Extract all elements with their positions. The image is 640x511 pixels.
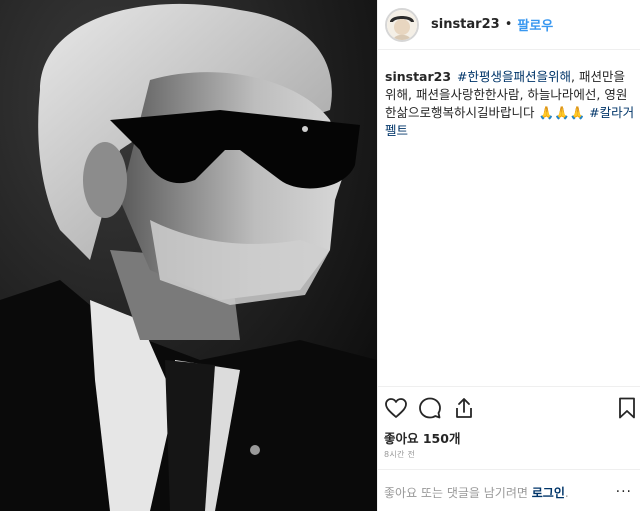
bookmark-icon [619,397,635,419]
comment-icon [419,397,441,419]
header-username[interactable]: sinstar23 [431,17,500,32]
save-button[interactable] [615,396,639,420]
like-button[interactable] [384,396,408,420]
header-separator: • [504,17,513,32]
login-link[interactable]: 로그인 [532,486,565,500]
share-button[interactable] [452,396,476,420]
heart-icon [385,398,407,418]
comment-prompt-text: 좋아요 또는 댓글을 남기려면 [384,486,532,500]
avatar[interactable] [385,7,419,42]
follow-button[interactable]: 팔로우 [517,15,553,34]
post-timestamp[interactable]: 8시간 전 [384,449,415,460]
more-options-button[interactable]: ··· [616,484,632,500]
comment-login-prompt: 좋아요 또는 댓글을 남기려면 로그인. [384,484,569,501]
post-header: sinstar23 • 팔로우 [378,0,640,50]
caption-username[interactable]: sinstar23 [385,69,451,84]
avatar-image [387,9,417,40]
divider [378,469,640,470]
portrait-image [0,0,377,511]
caption-hashtag[interactable]: #한평생을패션을위해 [457,69,571,84]
divider [378,386,640,387]
comment-button[interactable] [418,396,442,420]
comment-prompt-suffix: . [564,486,569,500]
share-icon [456,398,472,418]
post-caption: sinstar23 #한평생을패션을위해, 패션만을위해, 패션을사랑한한사람,… [385,68,635,140]
post-side-panel: sinstar23 • 팔로우 sinstar23 #한평생을패션을위해, 패션… [377,0,640,511]
likes-count[interactable]: 좋아요 150개 [384,428,460,447]
post-actions [384,396,639,420]
post-photo[interactable] [0,0,377,511]
